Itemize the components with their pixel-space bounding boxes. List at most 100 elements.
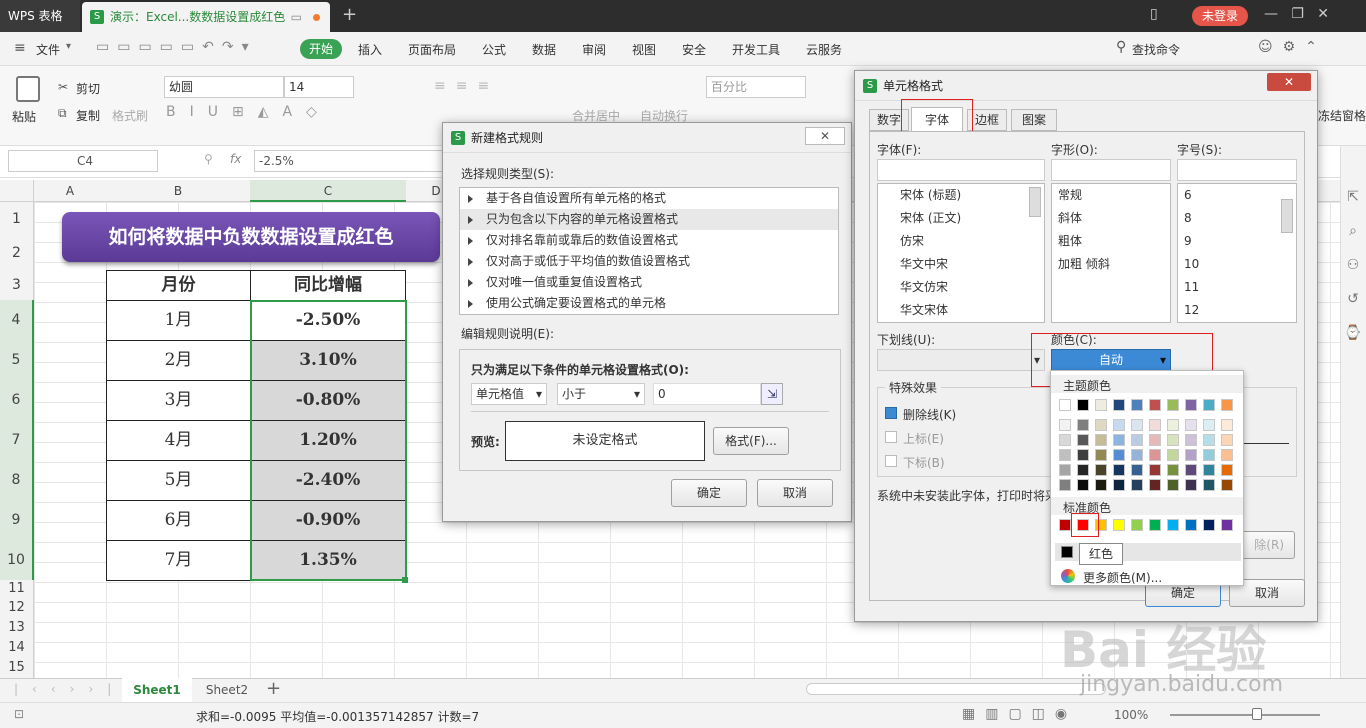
sheet-tab-2[interactable]: Sheet2 bbox=[196, 678, 258, 702]
recent-color-swatch[interactable] bbox=[1061, 546, 1073, 558]
month-cell[interactable]: 4月 bbox=[106, 420, 251, 461]
column-header-b[interactable]: B bbox=[106, 180, 250, 202]
header-growth-cell[interactable]: 同比增幅 bbox=[250, 270, 406, 301]
style-list-item[interactable]: 粗体 bbox=[1052, 230, 1170, 253]
paste-icon[interactable] bbox=[16, 76, 40, 102]
close-icon[interactable]: ✕ bbox=[805, 127, 845, 145]
zoom-level[interactable]: 100% bbox=[1114, 708, 1148, 722]
size-input[interactable] bbox=[1177, 159, 1297, 181]
standard-color-swatch[interactable] bbox=[1221, 519, 1233, 531]
row-header-2[interactable]: 2 bbox=[0, 236, 34, 270]
standard-color-swatch[interactable] bbox=[1203, 519, 1215, 531]
menu-start[interactable]: 开始 bbox=[300, 39, 342, 59]
month-cell[interactable]: 1月 bbox=[106, 300, 251, 341]
fill-handle[interactable] bbox=[402, 577, 408, 583]
rule-type-item[interactable]: 仅对排名靠前或靠后的数值设置格式 bbox=[460, 230, 838, 251]
cut-label[interactable]: 剪切 bbox=[76, 80, 100, 97]
rule-type-item-selected[interactable]: 只为包含以下内容的单元格设置格式 bbox=[460, 209, 838, 230]
superscript-checkbox[interactable] bbox=[885, 431, 897, 443]
corner-select[interactable] bbox=[0, 180, 34, 202]
style-list-item[interactable]: 常规 bbox=[1052, 184, 1170, 207]
paste-label[interactable]: 粘贴 bbox=[12, 108, 36, 125]
freeze-label[interactable]: 冻结窗格 bbox=[1312, 107, 1366, 124]
style-input[interactable] bbox=[1051, 159, 1171, 181]
font-style-icons[interactable]: BIU⊞◭A◇ bbox=[166, 104, 331, 120]
size-list-item[interactable]: 6 bbox=[1178, 184, 1296, 207]
menu-review[interactable]: 审阅 bbox=[582, 41, 606, 58]
more-colors-link[interactable]: 更多颜色(M)... bbox=[1083, 569, 1162, 586]
format-painter-label[interactable]: 格式刷 bbox=[112, 107, 148, 124]
font-list-scrollbar[interactable] bbox=[1029, 187, 1041, 217]
copy-label[interactable]: 复制 bbox=[76, 107, 100, 124]
size-list-item[interactable]: 12 bbox=[1178, 299, 1296, 322]
title-banner[interactable]: 如何将数据中负数数据设置成红色 bbox=[62, 212, 440, 262]
row-header-8[interactable]: 8 bbox=[0, 460, 34, 500]
standard-color-swatch[interactable] bbox=[1167, 519, 1179, 531]
number-format-combo[interactable]: 百分比 bbox=[706, 76, 806, 98]
view-mode-icons[interactable]: ▦▥▢◫◉ bbox=[962, 706, 1077, 722]
menu-security[interactable]: 安全 bbox=[682, 41, 706, 58]
search-command[interactable]: 查找命令 bbox=[1132, 41, 1180, 58]
row-header-11[interactable]: 11 bbox=[0, 580, 34, 598]
sheet-tab-1[interactable]: Sheet1 bbox=[122, 678, 192, 702]
menu-data[interactable]: 数据 bbox=[532, 41, 556, 58]
subscript-checkbox[interactable] bbox=[885, 455, 897, 467]
login-button[interactable]: 未登录 bbox=[1192, 6, 1248, 26]
settings-icons[interactable]: ☺⚙⌃ bbox=[1258, 39, 1327, 55]
search-icon[interactable]: ⚲ bbox=[1116, 39, 1126, 55]
copy-icon[interactable]: ⧉ bbox=[58, 106, 67, 121]
size-list-item[interactable]: 8 bbox=[1178, 207, 1296, 230]
style-list[interactable]: 常规 斜体 粗体 加粗 倾斜 bbox=[1051, 183, 1171, 323]
month-cell[interactable]: 2月 bbox=[106, 340, 251, 381]
fx-icon[interactable]: fx bbox=[230, 152, 241, 166]
window-layout-icon[interactable]: ▯ bbox=[1150, 6, 1158, 22]
tab-pattern[interactable]: 图案 bbox=[1011, 109, 1057, 131]
standard-color-swatch[interactable] bbox=[1113, 519, 1125, 531]
close-icon[interactable]: ✕ bbox=[1267, 73, 1311, 91]
row-header-4[interactable]: 4 bbox=[0, 300, 34, 340]
row-header-15[interactable]: 15 bbox=[0, 658, 34, 678]
hamburger-icon[interactable]: ≡ bbox=[14, 40, 26, 56]
menu-formula[interactable]: 公式 bbox=[482, 41, 506, 58]
font-name-combo[interactable]: 幼圆 bbox=[164, 76, 284, 98]
zoom-icon[interactable]: ⚲ bbox=[204, 152, 213, 166]
header-month-cell[interactable]: 月份 bbox=[106, 270, 251, 301]
row-header-5[interactable]: 5 bbox=[0, 340, 34, 380]
row-header-10[interactable]: 10 bbox=[0, 540, 34, 580]
rule-type-item[interactable]: 仅对高于或低于平均值的数值设置格式 bbox=[460, 251, 838, 272]
pin-icon[interactable]: ▭ bbox=[291, 2, 302, 32]
row-header-6[interactable]: 6 bbox=[0, 380, 34, 420]
row-header-13[interactable]: 13 bbox=[0, 618, 34, 638]
cell-reference-box[interactable]: C4 bbox=[8, 150, 158, 172]
condition-operator-select[interactable]: 小于 ▾ bbox=[557, 383, 645, 405]
row-header-3[interactable]: 3 bbox=[0, 270, 34, 300]
rule-type-item[interactable]: 使用公式确定要设置格式的单元格 bbox=[460, 293, 838, 314]
menu-file[interactable]: 文件 bbox=[36, 41, 60, 58]
menu-view[interactable]: 视图 bbox=[632, 41, 656, 58]
sheet-nav-icons[interactable]: |‹‹››| bbox=[14, 682, 125, 696]
cut-icon[interactable]: ✂ bbox=[58, 80, 68, 94]
menu-page-layout[interactable]: 页面布局 bbox=[408, 41, 456, 58]
rule-type-item[interactable]: 仅对唯一值或重复值设置格式 bbox=[460, 272, 838, 293]
row-header-14[interactable]: 14 bbox=[0, 638, 34, 658]
format-button[interactable]: 格式(F)... bbox=[713, 427, 789, 455]
font-list-item[interactable]: 宋体 (正文) bbox=[878, 207, 1044, 230]
new-tab-icon[interactable]: + bbox=[342, 4, 357, 25]
side-toolbar-icons[interactable]: ⇱ ⌕ ⚇ ↺ ⌚ bbox=[1341, 180, 1365, 350]
size-list-scrollbar[interactable] bbox=[1281, 199, 1293, 233]
month-cell[interactable]: 5月 bbox=[106, 460, 251, 501]
style-list-item[interactable]: 斜体 bbox=[1052, 207, 1170, 230]
standard-color-swatch[interactable] bbox=[1059, 519, 1071, 531]
quick-access-icons[interactable]: ▭▭▭▭▭↶↷▾ bbox=[96, 39, 257, 55]
underline-select[interactable]: ▾ bbox=[877, 349, 1045, 371]
font-list-item[interactable]: 华文仿宋 bbox=[878, 276, 1044, 299]
month-cell[interactable]: 3月 bbox=[106, 380, 251, 421]
font-list-item[interactable]: 华文宋体 bbox=[878, 299, 1044, 322]
rule-type-item[interactable]: 基于各自值设置所有单元格的格式 bbox=[460, 188, 838, 209]
size-list-item[interactable]: 10 bbox=[1178, 253, 1296, 276]
column-header-a[interactable]: A bbox=[34, 180, 106, 202]
row-header-7[interactable]: 7 bbox=[0, 420, 34, 460]
horizontal-scrollbar[interactable] bbox=[806, 683, 1106, 695]
font-size-combo[interactable]: 14 bbox=[284, 76, 354, 98]
standard-color-swatch[interactable] bbox=[1185, 519, 1197, 531]
